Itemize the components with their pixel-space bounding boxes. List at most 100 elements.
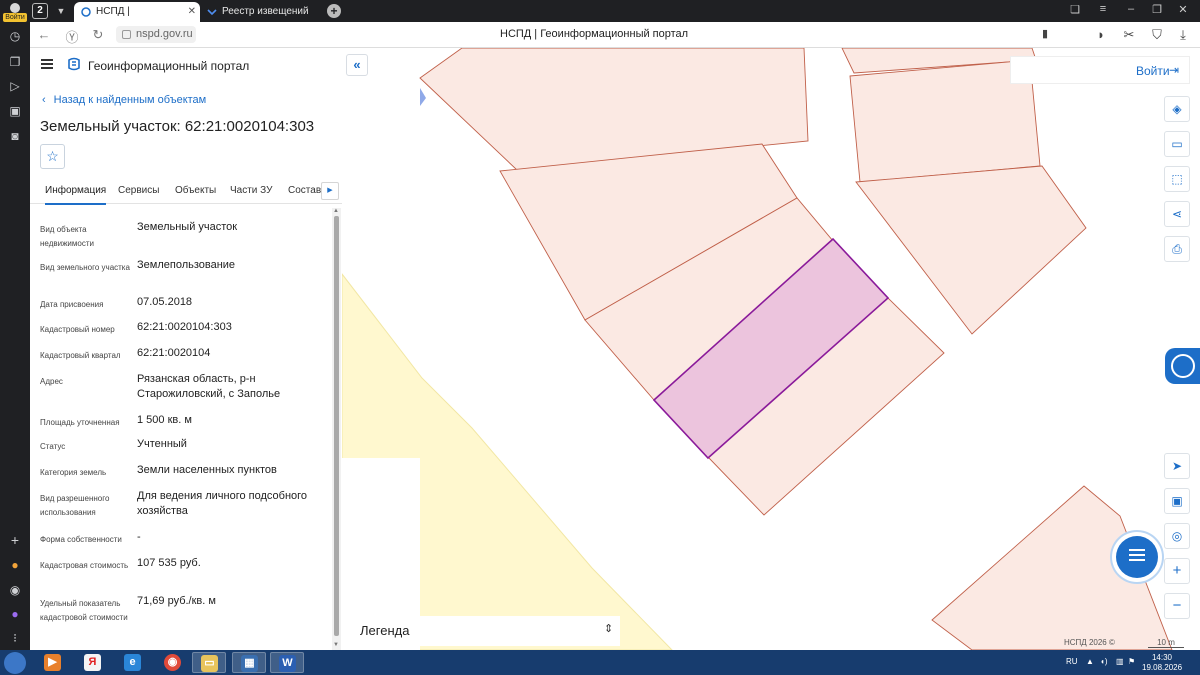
property-value: 1 500 кв. м <box>137 414 192 426</box>
favorite-button[interactable]: ☆ <box>40 144 65 169</box>
object-tabs: Информация Сервисы Объекты Части ЗУ Сост… <box>30 178 342 205</box>
share-button[interactable]: ⋖ <box>1164 201 1190 227</box>
tab-registry[interactable]: Реестр извещений <box>200 2 324 22</box>
start-button[interactable] <box>4 652 26 674</box>
word-icon: W <box>279 655 296 672</box>
new-tab-button[interactable]: + <box>327 4 341 18</box>
tab-parcel-parts[interactable]: Части ЗУ <box>230 185 272 196</box>
language-indicator[interactable]: RU <box>1066 657 1078 666</box>
tab-information[interactable]: Информация <box>45 185 107 205</box>
download-icon[interactable]: ⤓ <box>1174 27 1192 43</box>
map-edge-marker <box>420 88 426 106</box>
tab-nspd[interactable]: НСПД | Геоинформаци ✕ <box>74 2 200 37</box>
menu-icon[interactable]: ≡ <box>1096 3 1110 15</box>
bookmark-icon[interactable]: ▮ <box>1036 27 1054 40</box>
profile-login[interactable]: Войти <box>3 2 27 22</box>
basemap-button[interactable]: ▣ <box>1164 488 1190 514</box>
ruler-button[interactable]: ▭ <box>1164 131 1190 157</box>
legend-panel[interactable]: Легенда ⇕ <box>350 616 620 646</box>
bookmarks-icon[interactable]: ❏ <box>1068 3 1082 16</box>
property-label: Вид разрешенного использования <box>40 494 110 517</box>
chat-widget-button[interactable] <box>1165 348 1200 384</box>
restore-icon[interactable]: ❐ <box>1150 3 1164 16</box>
locate-button[interactable]: ➤ <box>1164 453 1190 479</box>
alice-icon[interactable]: ● <box>7 606 23 622</box>
tab-services[interactable]: Сервисы <box>118 185 159 196</box>
property-label: Вид земельного участка <box>40 263 130 272</box>
object-title: Земельный участок: 62:21:0020104:303 <box>40 118 315 135</box>
weather-icon[interactable]: ● <box>7 557 23 573</box>
url-field[interactable]: nspd.gov.ru <box>116 26 196 43</box>
ruler-icon: ▭ <box>1171 137 1183 151</box>
taskbar-media-player[interactable]: ▶ <box>36 652 70 673</box>
registry-favicon-icon <box>207 9 217 16</box>
minimize-icon[interactable]: – <box>1124 3 1138 15</box>
close-window-icon[interactable]: ✕ <box>1176 3 1190 16</box>
chevron-down-icon[interactable]: ▼ <box>54 3 68 19</box>
add-icon[interactable]: + <box>7 532 23 548</box>
assistant-button[interactable] <box>1116 536 1158 578</box>
layers-button[interactable]: ◈ <box>1164 96 1190 122</box>
property-value: 07.05.2018 <box>137 296 193 308</box>
hamburger-menu-icon[interactable] <box>41 59 53 69</box>
geolocation-button[interactable]: ◎ <box>1164 523 1190 549</box>
zoom-in-button[interactable]: + <box>1164 558 1190 584</box>
tab-count-icon[interactable]: ▣ <box>7 103 23 119</box>
property-label: Статус <box>40 442 66 451</box>
map-login-button[interactable]: Войти ⇥ <box>1010 56 1190 84</box>
property-label: Кадастровая стоимость <box>40 561 129 570</box>
collections-icon[interactable]: ❐ <box>7 54 23 70</box>
property-value: Учтенный <box>137 438 187 450</box>
tab-composition[interactable]: Состав <box>288 185 321 196</box>
tab-count[interactable]: 2 <box>32 3 48 19</box>
scroll-down-icon[interactable]: ▼ <box>333 642 339 648</box>
zoom-out-button[interactable]: − <box>1164 593 1190 619</box>
property-label: Вид объекта недвижимости <box>40 225 94 248</box>
tray-arrow-icon[interactable]: ▲ <box>1086 657 1094 666</box>
panel-scrollbar[interactable]: ▲ ▼ <box>332 208 341 650</box>
more-icon[interactable]: ⁝ <box>7 630 23 646</box>
cadastral-map[interactable] <box>342 48 1200 650</box>
protect-icon[interactable]: ⛉ <box>1148 27 1166 43</box>
tab-objects[interactable]: Объекты <box>175 185 216 196</box>
reload-icon[interactable]: ↻ <box>90 27 106 43</box>
history-icon[interactable]: ◷ <box>7 28 23 44</box>
flag-icon[interactable]: ⚑ <box>1128 657 1135 666</box>
portal-title: Геоинформационный портал <box>88 59 250 73</box>
yandex-icon[interactable]: Ⓨ <box>64 27 80 46</box>
back-arrow-icon[interactable]: ← <box>36 27 52 42</box>
nspd-favicon-icon <box>81 7 91 17</box>
area-select-button[interactable]: ⬚ <box>1164 166 1190 192</box>
camera-icon[interactable]: ◙ <box>7 128 23 144</box>
taskbar-ie[interactable]: e <box>116 652 150 673</box>
close-icon[interactable]: ✕ <box>188 2 196 22</box>
property-label: Площадь уточненная <box>40 418 120 427</box>
triangle-right-icon: ▶ <box>327 187 333 194</box>
taskbar-yandex[interactable]: Я <box>76 652 110 673</box>
collapse-panel-button[interactable]: « <box>346 54 368 76</box>
extension-icon[interactable]: ◗ <box>1092 27 1110 42</box>
star-icon: ☆ <box>46 148 59 164</box>
layers-icon: ◈ <box>1172 102 1182 116</box>
tabs-scroll-right-button[interactable]: ▶ <box>321 182 339 200</box>
property-value: Земельный участок <box>137 221 238 233</box>
scrollbar-thumb[interactable] <box>334 216 339 636</box>
volume-icon[interactable]: ◖) <box>1100 657 1108 666</box>
taskbar-calculator[interactable]: ▦ <box>232 652 266 673</box>
taskbar-explorer[interactable]: ▭ <box>192 652 226 673</box>
clock[interactable]: 14:30 19.08.2026 <box>1142 653 1182 673</box>
scroll-up-icon[interactable]: ▲ <box>333 208 339 214</box>
property-label: Кадастровый номер <box>40 325 115 334</box>
assistant-icon[interactable]: ◉ <box>7 582 23 598</box>
play-icon[interactable]: ▷ <box>7 78 23 94</box>
scissors-icon[interactable]: ✂ <box>1120 27 1138 43</box>
portal-logo-icon <box>68 57 80 71</box>
taskbar-word[interactable]: W <box>270 652 304 673</box>
property-value: 62:21:0020104:303 <box>137 321 232 333</box>
navigation-arrow-icon: ➤ <box>1171 459 1183 473</box>
map-view[interactable]: « Войти ⇥ ◈ ▭ ⬚ ⋖ ⎙ ➤ ▣ ◎ + − Легенда ⇕ … <box>342 48 1200 650</box>
back-to-results-link[interactable]: ‹ Назад к найденным объектам <box>42 94 206 106</box>
print-button[interactable]: ⎙ <box>1164 236 1190 262</box>
network-icon[interactable]: ▥ <box>1116 657 1124 666</box>
taskbar-chrome[interactable]: ◉ <box>156 652 190 673</box>
